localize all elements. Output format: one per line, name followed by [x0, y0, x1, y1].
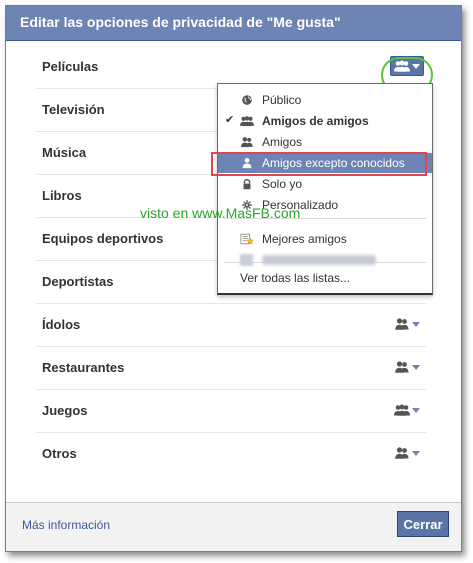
privacy-selector-button[interactable]	[390, 358, 424, 376]
chevron-down-icon	[412, 364, 420, 370]
menu-item-icon	[240, 115, 254, 127]
friends-icon	[395, 447, 409, 459]
category-row: Juegos	[36, 390, 426, 433]
category-label: Equipos deportivos	[42, 231, 164, 246]
menu-item[interactable]: Solo yo	[218, 174, 432, 194]
menu-item[interactable]: Amigos	[218, 132, 432, 152]
menu-item-label: Amigos de amigos	[262, 114, 369, 128]
menu-item[interactable]: Mejores amigos	[218, 229, 432, 249]
star-list-icon	[240, 233, 254, 245]
dialog-titlebar: Editar las opciones de privacidad de "Me…	[6, 6, 461, 41]
privacy-dropdown-menu: Público ✔ Amigos de amigos Amigos Amigos exc…	[217, 83, 433, 295]
close-button[interactable]: Cerrar	[397, 511, 449, 537]
globe-icon	[242, 95, 252, 105]
dialog-title: Editar las opciones de privacidad de "Me…	[20, 14, 341, 30]
menu-item-icon	[240, 136, 253, 148]
category-label: Libros	[42, 188, 82, 203]
redacted-text	[262, 255, 376, 265]
menu-item-redacted[interactable]	[218, 250, 432, 270]
privacy-selector-button[interactable]	[381, 56, 433, 93]
chevron-down-icon	[412, 321, 420, 327]
category-row: Ídolos	[36, 304, 426, 347]
privacy-selector-button[interactable]	[390, 444, 424, 462]
friends-icon	[241, 137, 253, 148]
menu-item[interactable]: ✔ Amigos de amigos	[218, 111, 432, 131]
friends-of-friends-icon	[240, 116, 254, 127]
privacy-selector-button[interactable]	[390, 315, 424, 333]
category-label: Deportistas	[42, 274, 114, 289]
category-label: Películas	[42, 59, 99, 74]
category-row: Otros	[36, 433, 426, 475]
category-label: Restaurantes	[42, 360, 125, 375]
category-label: Televisión	[42, 102, 105, 117]
chevron-down-icon	[412, 407, 420, 413]
menu-item-icon	[240, 233, 254, 245]
category-label: Ídolos	[42, 317, 81, 332]
see-all-lists-item[interactable]: Ver todas las listas...	[218, 268, 432, 288]
chevron-down-icon	[412, 450, 420, 456]
menu-item[interactable]: Público	[218, 90, 432, 110]
lock-icon	[243, 178, 251, 190]
category-row: Restaurantes	[36, 347, 426, 390]
friends-icon	[395, 318, 409, 330]
menu-item-label: Solo yo	[262, 177, 303, 191]
menu-item-icon	[240, 178, 253, 190]
highlight-box	[211, 152, 427, 176]
menu-item-label: Amigos	[262, 135, 303, 149]
watermark-text: visto en www.MasFB.com	[140, 205, 301, 221]
category-label: Juegos	[42, 403, 88, 418]
more-info-link[interactable]: Más información	[22, 518, 110, 532]
checkmark-icon: ✔	[225, 114, 235, 126]
privacy-selector-button[interactable]	[390, 401, 424, 419]
menu-item-label: Público	[262, 93, 302, 107]
dialog-footer: Más información Cerrar	[6, 502, 461, 551]
friends-of-friends-icon	[394, 404, 410, 416]
friends-icon	[395, 361, 409, 373]
menu-item-label: Mejores amigos	[262, 232, 347, 246]
redacted-icon	[240, 254, 253, 266]
category-label: Música	[42, 145, 87, 160]
menu-item-icon	[240, 94, 253, 106]
category-label: Otros	[42, 446, 77, 461]
privacy-dialog: Editar las opciones de privacidad de "Me…	[5, 5, 462, 552]
see-all-lists-label: Ver todas las listas...	[240, 271, 351, 285]
